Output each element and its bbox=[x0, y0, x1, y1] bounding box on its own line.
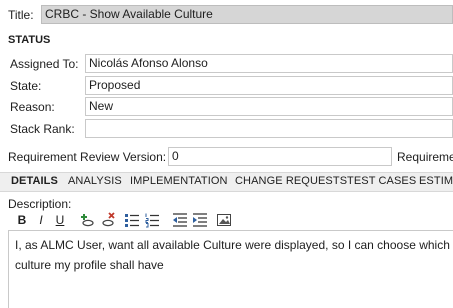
tab-details[interactable]: DETAILS bbox=[11, 175, 58, 187]
state-label: State: bbox=[10, 79, 42, 93]
tab-change-requests[interactable]: CHANGE REQUESTS bbox=[235, 175, 347, 187]
stack-rank-label: Stack Rank: bbox=[10, 122, 75, 136]
tab-analysis[interactable]: ANALYSIS bbox=[68, 175, 122, 187]
bold-icon: B bbox=[17, 213, 27, 227]
assigned-to-field[interactable]: Nicolás Afonso Alonso bbox=[85, 54, 453, 73]
italic-button[interactable]: I bbox=[33, 212, 49, 228]
stack-rank-field[interactable] bbox=[85, 119, 453, 138]
tab-estimation[interactable]: ESTIMA bbox=[419, 175, 453, 187]
reason-field[interactable]: New bbox=[85, 97, 453, 116]
description-line-1: I, as ALMC User, want all available Cult… bbox=[15, 238, 450, 252]
increase-indent-button[interactable] bbox=[192, 212, 208, 228]
insert-link-button[interactable] bbox=[80, 212, 96, 228]
increase-indent-icon bbox=[193, 213, 207, 227]
assigned-to-label: Assigned To: bbox=[10, 57, 79, 71]
description-editor[interactable]: I, as ALMC User, want all available Cult… bbox=[8, 230, 453, 308]
requirement-review-label: Requirement Review Version: bbox=[8, 150, 167, 164]
bulleted-list-icon bbox=[125, 214, 139, 227]
reason-label: Reason: bbox=[10, 100, 55, 114]
insert-image-button[interactable] bbox=[216, 212, 232, 228]
tab-bar: DETAILS ANALYSIS IMPLEMENTATION CHANGE R… bbox=[0, 172, 453, 192]
decrease-indent-button[interactable] bbox=[172, 212, 188, 228]
image-icon bbox=[217, 214, 231, 226]
requirement-truncated-label: Requiremer bbox=[397, 150, 453, 164]
tab-implementation[interactable]: IMPLEMENTATION bbox=[130, 175, 228, 187]
numbered-list-icon bbox=[145, 213, 159, 228]
title-field[interactable]: CRBC - Show Available Culture bbox=[41, 5, 453, 24]
underline-button[interactable]: U bbox=[52, 212, 68, 228]
title-label: Title: bbox=[8, 8, 34, 22]
italic-icon: I bbox=[39, 213, 43, 227]
requirement-review-field[interactable]: 0 bbox=[168, 147, 392, 166]
description-line-2: culture my profile shall have bbox=[15, 258, 164, 272]
remove-link-button[interactable] bbox=[100, 212, 116, 228]
tab-test-cases[interactable]: TEST CASES bbox=[347, 175, 416, 187]
description-label: Description: bbox=[8, 197, 72, 211]
state-field[interactable]: Proposed bbox=[85, 76, 453, 95]
bulleted-list-button[interactable] bbox=[124, 212, 140, 228]
status-heading: STATUS bbox=[8, 34, 51, 46]
link-add-icon bbox=[81, 214, 94, 227]
decrease-indent-icon bbox=[173, 213, 187, 227]
bold-button[interactable]: B bbox=[14, 212, 30, 228]
underline-icon: U bbox=[55, 213, 65, 227]
numbered-list-button[interactable] bbox=[144, 212, 160, 228]
link-remove-icon bbox=[102, 212, 115, 227]
